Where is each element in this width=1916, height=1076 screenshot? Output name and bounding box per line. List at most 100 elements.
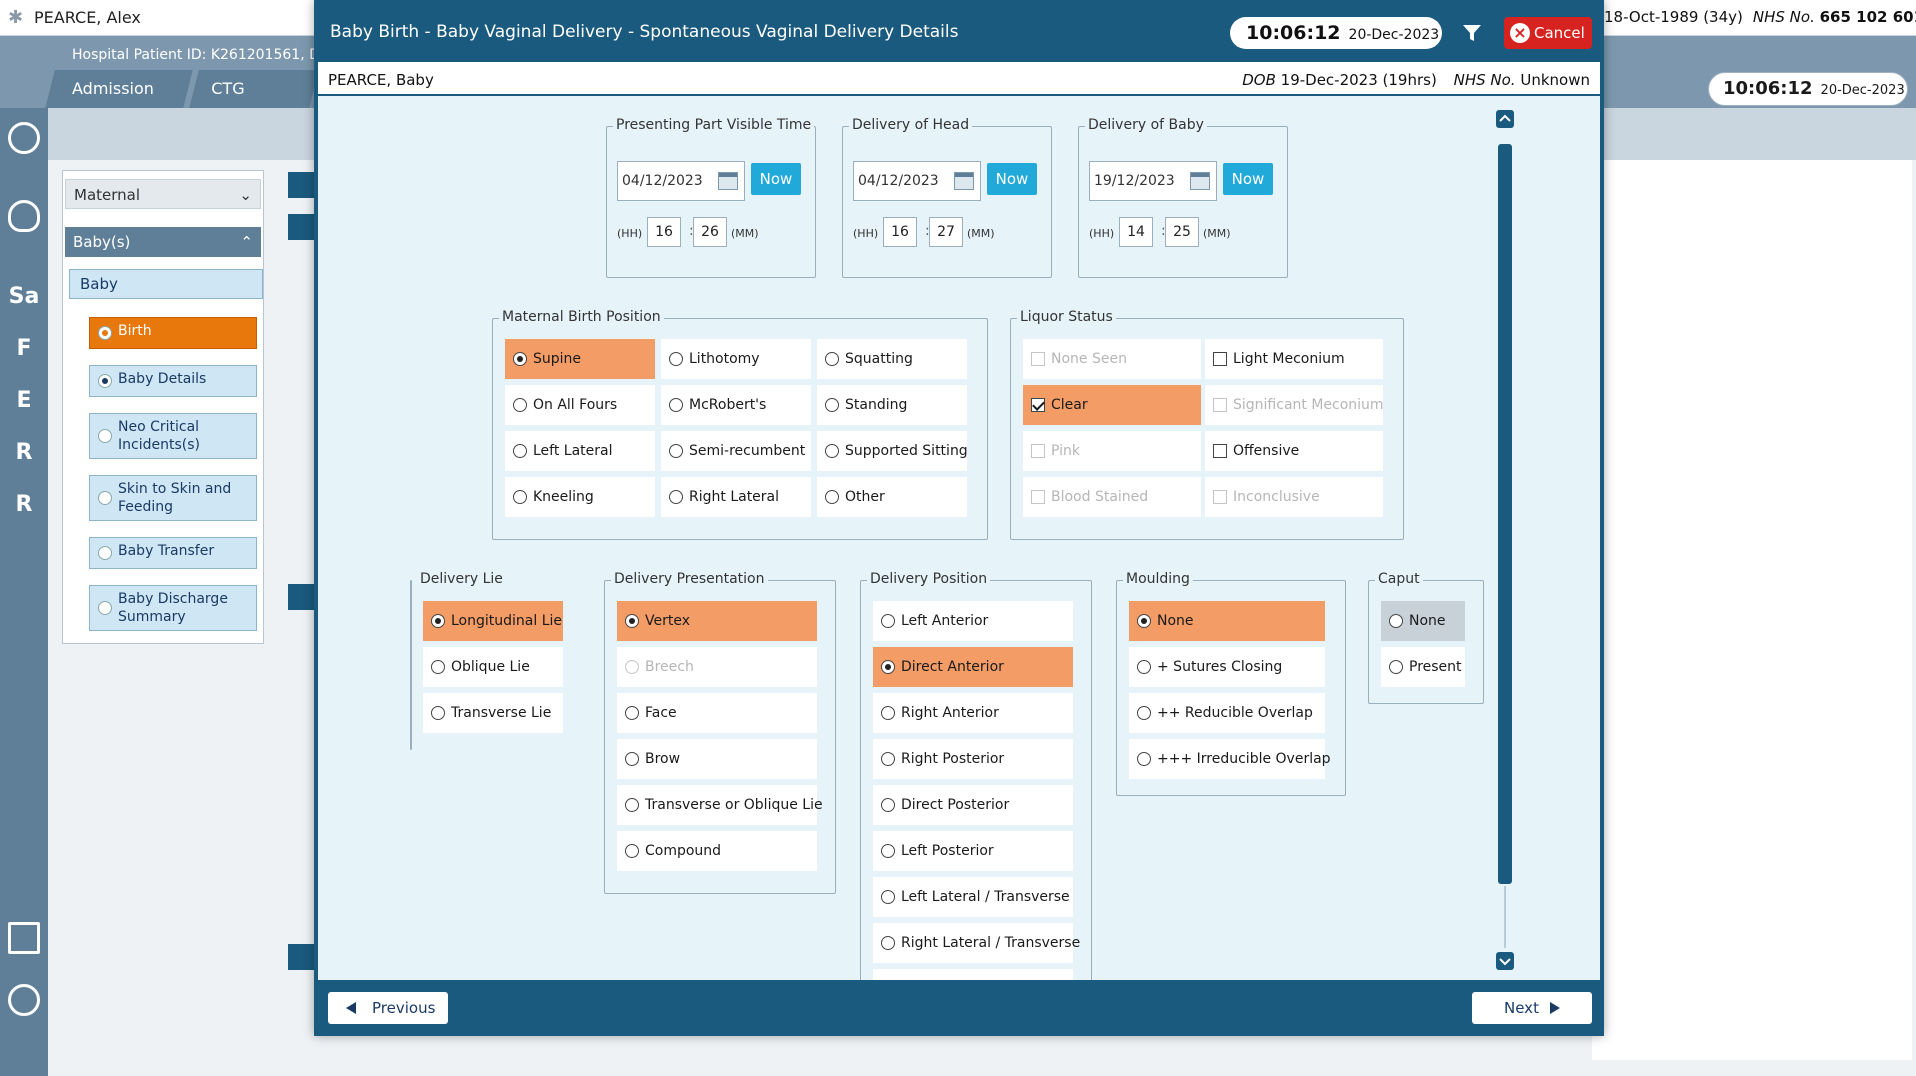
nav-item-skin-to-skin[interactable]: Skin to Skin and Feeding [89,475,257,521]
baby-demographics: DOB 19-Dec-2023 (19hrs) NHS No. Unknown [1230,71,1590,89]
option-left-lateral-transverse[interactable]: Left Lateral / Transverse [873,877,1073,917]
background-demographics: 18-Oct-1989 (34y) NHS No. 665 102 6015 [1604,8,1916,26]
presentation-icon[interactable] [8,922,40,954]
nav-item-baby-discharge[interactable]: Baby Discharge Summary [89,585,257,631]
option-light-meconium[interactable]: Light Meconium [1205,339,1383,379]
option-transverse-or-oblique-lie[interactable]: Transverse or Oblique Lie [617,785,823,825]
now-button[interactable]: Now [1223,163,1273,195]
option-vertex[interactable]: Vertex [617,601,817,641]
tab-ctg-trace[interactable]: CTG Trace [189,70,319,136]
scrollbar-track[interactable] [1504,886,1506,948]
option-face[interactable]: Face [617,693,817,733]
option-right-lateral[interactable]: Right Lateral [661,477,811,517]
caput-group: Caput None Present [1368,571,1484,704]
option-on-all-fours[interactable]: On All Fours [505,385,655,425]
option-squatting[interactable]: Squatting [817,339,967,379]
baby-label[interactable]: Baby [69,269,263,299]
option-irreducible-overlap[interactable]: +++ Irreducible Overlap [1129,739,1331,779]
option-brow[interactable]: Brow [617,739,817,779]
now-button[interactable]: Now [751,163,801,195]
calendar-icon[interactable] [718,172,738,190]
radio-icon [625,844,639,858]
nav-item-baby-transfer[interactable]: Baby Transfer [89,537,257,569]
option-left-lateral[interactable]: Left Lateral [505,431,655,471]
chevron-up-icon: ⌃ [240,233,253,251]
arrow-left-icon [346,1002,356,1014]
babies-dropdown[interactable]: Baby(s) ⌃ [65,227,261,257]
calendar-icon[interactable] [1190,172,1210,190]
search-icon[interactable] [8,984,40,1016]
maternal-dropdown[interactable]: Maternal ⌄ [65,179,261,209]
radio-icon [625,614,639,628]
rail-item-r2[interactable]: R [0,492,48,517]
option-longitudinal-lie[interactable]: Longitudinal Lie [423,601,563,641]
option-other[interactable]: Other [817,477,967,517]
option-right-lateral-transverse[interactable]: Right Lateral / Transverse [873,923,1080,963]
option-supported-sitting[interactable]: Supported Sitting [817,431,968,471]
option-transverse-lie[interactable]: Transverse Lie [423,693,563,733]
option-right-anterior[interactable]: Right Anterior [873,693,1073,733]
now-button[interactable]: Now [987,163,1037,195]
minute-input[interactable]: 25 [1165,217,1199,247]
nav-item-neo-critical[interactable]: Neo Critical Incidents(s) [89,413,257,459]
fieldset-legend: Delivery Lie [417,571,506,587]
minute-input[interactable]: 26 [693,217,727,247]
clock-icon[interactable] [8,122,40,154]
filter-icon[interactable] [1461,22,1483,44]
option-left-posterior[interactable]: Left Posterior [873,831,1073,871]
option-direct-anterior[interactable]: Direct Anterior [873,647,1073,687]
previous-button[interactable]: Previous [328,992,448,1024]
option-clear[interactable]: Clear [1023,385,1201,425]
scrollbar-thumb[interactable] [1498,144,1512,884]
date-input[interactable]: 19/12/2023 [1089,161,1217,201]
option-sutures-closing[interactable]: + Sutures Closing [1129,647,1325,687]
option-semi-recumbent[interactable]: Semi-recumbent [661,431,811,471]
nav-item-baby-details[interactable]: Baby Details [89,365,257,397]
radio-icon [881,660,895,674]
option-kneeling[interactable]: Kneeling [505,477,655,517]
fieldset-legend: Delivery Presentation [611,571,768,587]
tab-admission[interactable]: Admission [45,70,193,108]
option-moulding-none[interactable]: None [1129,601,1325,641]
checkbox-icon [1031,352,1045,366]
radio-icon [669,398,683,412]
rail-item-r1[interactable]: R [0,440,48,465]
rail-item-sa[interactable]: Sa [0,284,48,309]
cancel-button[interactable]: × Cancel [1504,17,1592,49]
option-caput-none[interactable]: None [1381,601,1465,641]
option-supine[interactable]: Supine [505,339,655,379]
date-input[interactable]: 04/12/2023 [853,161,981,201]
option-reducible-overlap[interactable]: ++ Reducible Overlap [1129,693,1325,733]
modal-footer: Previous Next [318,980,1600,1032]
next-button[interactable]: Next [1472,992,1592,1024]
scroll-down-icon[interactable] [1496,952,1514,970]
minute-input[interactable]: 27 [929,217,963,247]
option-oblique-lie[interactable]: Oblique Lie [423,647,563,687]
calendar-icon[interactable] [954,172,974,190]
option-lithotomy[interactable]: Lithotomy [661,339,811,379]
option-mcroberts[interactable]: McRobert's [661,385,811,425]
radio-icon [669,490,683,504]
radio-icon [1137,660,1151,674]
option-caput-present[interactable]: Present [1381,647,1465,687]
date-input[interactable]: 04/12/2023 [617,161,745,201]
hour-input[interactable]: 16 [647,217,681,247]
alarm-icon[interactable] [8,200,40,232]
option-direct-posterior[interactable]: Direct Posterior [873,785,1073,825]
radio-icon [1389,660,1403,674]
hour-input[interactable]: 14 [1119,217,1153,247]
nav-item-birth[interactable]: Birth [89,317,257,349]
mm-label: (MM) [1203,227,1231,240]
radio-icon [825,490,839,504]
option-standing[interactable]: Standing [817,385,967,425]
scroll-up-icon[interactable] [1496,110,1514,128]
fieldset-legend: Delivery Position [867,571,991,587]
background-patient-name: PEARCE, Alex [34,8,141,27]
option-left-anterior[interactable]: Left Anterior [873,601,1073,641]
rail-item-f[interactable]: F [0,336,48,361]
option-offensive[interactable]: Offensive [1205,431,1383,471]
option-right-posterior[interactable]: Right Posterior [873,739,1073,779]
option-compound[interactable]: Compound [617,831,817,871]
rail-item-e[interactable]: E [0,388,48,413]
hour-input[interactable]: 16 [883,217,917,247]
